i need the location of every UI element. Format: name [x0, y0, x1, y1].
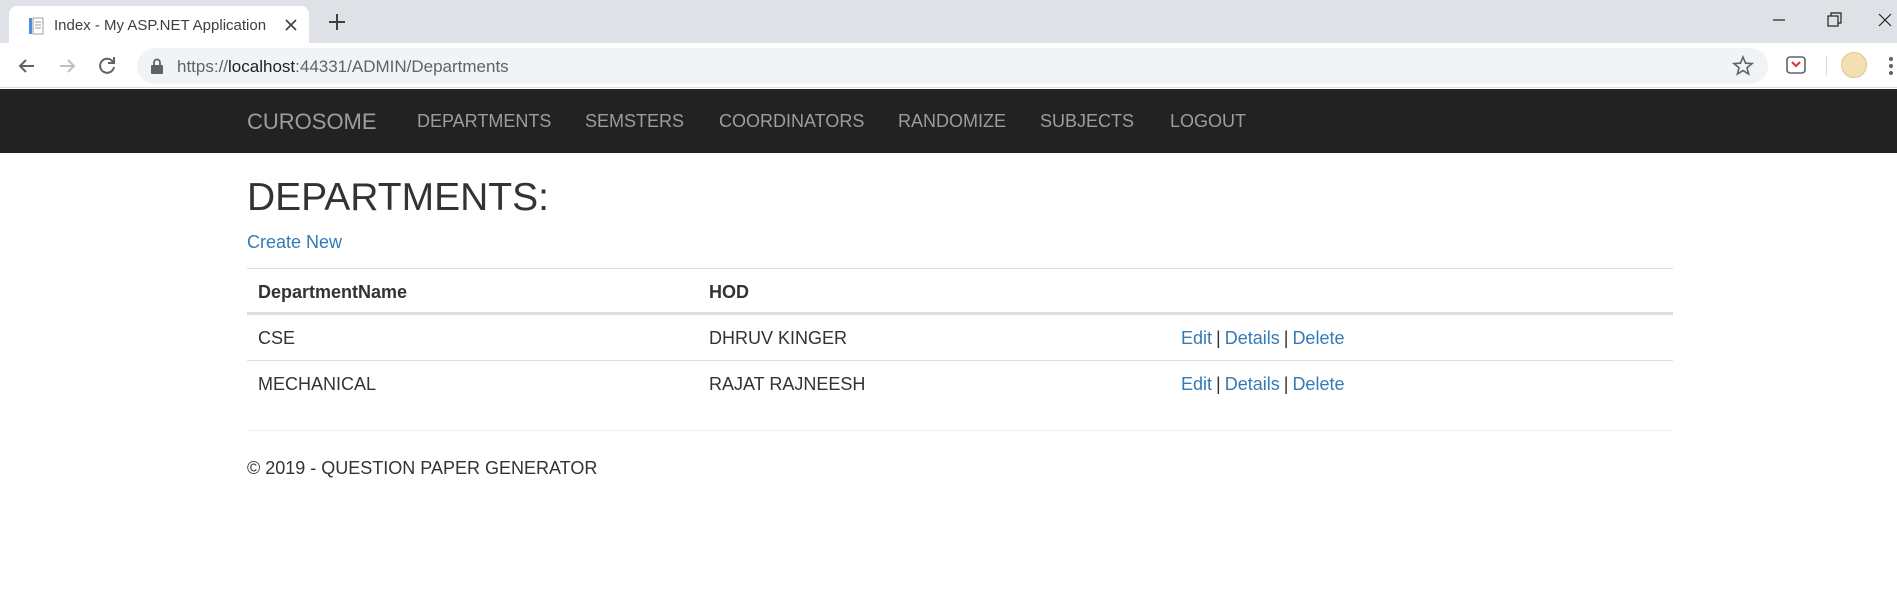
row-actions: Edit | Details | Delete — [1181, 328, 1344, 349]
table-row: CSE DHRUV KINGER Edit | Details | Delete — [247, 314, 1673, 360]
url-scheme: https:// — [177, 57, 229, 76]
url-path: :44331/ADMIN/Departments — [295, 57, 509, 76]
edit-link[interactable]: Edit — [1181, 374, 1212, 394]
footer-divider — [247, 430, 1673, 431]
close-icon[interactable] — [281, 15, 301, 35]
avatar[interactable] — [1841, 52, 1867, 78]
nav-departments[interactable]: DEPARTMENTS — [417, 111, 551, 132]
action-separator: | — [1283, 328, 1289, 348]
action-separator: | — [1216, 328, 1221, 348]
nav-randomize[interactable]: RANDOMIZE — [898, 111, 1006, 132]
delete-link[interactable]: Delete — [1292, 328, 1344, 348]
reload-icon[interactable] — [94, 53, 120, 79]
minimize-icon[interactable] — [1765, 6, 1793, 34]
header-hod: HOD — [709, 282, 749, 302]
page-icon — [29, 17, 44, 35]
site-navbar: CUROSOME DEPARTMENTS SEMSTERS COORDINATO… — [0, 89, 1897, 153]
star-icon[interactable] — [1732, 55, 1754, 77]
url-text[interactable]: https://localhost:44331/ADMIN/Department… — [177, 57, 509, 77]
url-host: localhost — [228, 57, 296, 76]
action-separator: | — [1216, 374, 1221, 394]
tab-title: Index - My ASP.NET Application — [54, 17, 267, 34]
address-bar[interactable]: https://localhost:44331/ADMIN/Department… — [137, 48, 1768, 84]
cell-hod: DHRUV KINGER — [709, 328, 848, 348]
window-close-icon[interactable] — [1871, 6, 1897, 34]
browser-toolbar: https://localhost:44331/ADMIN/Department… — [0, 43, 1897, 88]
toolbar-separator — [1826, 56, 1827, 76]
create-new-link[interactable]: Create New — [247, 232, 342, 253]
row-actions: Edit | Details | Delete — [1181, 374, 1344, 395]
brand-link[interactable]: CUROSOME — [247, 109, 377, 135]
delete-link[interactable]: Delete — [1292, 374, 1344, 394]
cell-hod: RAJAT RAJNEESH — [709, 374, 866, 394]
nav-subjects[interactable]: SUBJECTS — [1040, 111, 1134, 132]
page-title: DEPARTMENTS: — [247, 176, 549, 219]
lock-icon[interactable] — [150, 58, 164, 74]
nav-logout[interactable]: LOGOUT — [1170, 111, 1246, 132]
footer-text: © 2019 - QUESTION PAPER GENERATOR — [247, 458, 598, 478]
nav-coordinators[interactable]: COORDINATORS — [719, 111, 864, 132]
cell-department-name: MECHANICAL — [258, 374, 377, 394]
browser-tab-strip: Index - My ASP.NET Application — [0, 0, 1897, 43]
details-link[interactable]: Details — [1225, 374, 1280, 394]
edit-link[interactable]: Edit — [1181, 328, 1212, 348]
nav-semsters[interactable]: SEMSTERS — [585, 111, 684, 132]
new-tab-icon[interactable] — [325, 10, 349, 34]
restore-icon[interactable] — [1820, 6, 1848, 34]
table-row: MECHANICAL RAJAT RAJNEESH Edit | Details | D… — [247, 360, 1673, 406]
forward-icon[interactable] — [54, 53, 80, 79]
menu-icon[interactable] — [1887, 55, 1895, 77]
action-separator: | — [1283, 374, 1289, 394]
pocket-icon[interactable] — [1785, 54, 1807, 76]
table-header-row: DepartmentName HOD — [247, 268, 1673, 314]
header-department-name: DepartmentName — [258, 282, 408, 302]
browser-tab[interactable]: Index - My ASP.NET Application — [9, 6, 309, 43]
back-icon[interactable] — [14, 53, 40, 79]
cell-department-name: CSE — [258, 328, 296, 348]
details-link[interactable]: Details — [1225, 328, 1280, 348]
